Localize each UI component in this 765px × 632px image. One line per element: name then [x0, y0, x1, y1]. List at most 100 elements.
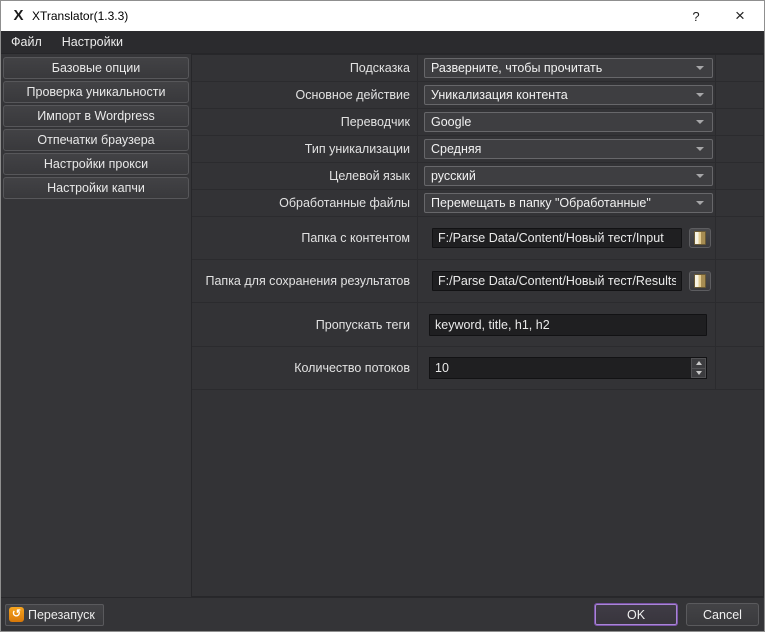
form-row-uniqueness-type: Тип уникализации Средняя — [192, 136, 763, 163]
content-folder-label: Папка с контентом — [301, 231, 410, 245]
uniqueness-type-selected-value: Средняя — [431, 142, 690, 156]
control-cell: Перемещать в папку "Обработанные" — [418, 190, 716, 216]
open-folder-icon — [694, 231, 706, 245]
main-panel: Подсказка Разверните, чтобы прочитать Осно… — [191, 54, 764, 597]
spin-down-button[interactable] — [691, 369, 706, 379]
menu-item-file[interactable]: Файл — [1, 32, 52, 52]
sidebar-item-browser-fingerprints[interactable]: Отпечатки браузера — [3, 129, 189, 151]
control-cell: Средняя — [418, 136, 716, 162]
form-row-content-folder: Папка с контентом — [192, 217, 763, 260]
label-cell: Обработанные файлы — [192, 190, 418, 216]
processed-files-selected-value: Перемещать в папку "Обработанные" — [431, 196, 690, 210]
label-cell: Целевой язык — [192, 163, 418, 189]
app-window: X XTranslator(1.3.3) ? × Файл Настройки … — [0, 0, 765, 632]
chevron-down-icon — [696, 174, 704, 178]
control-cell — [418, 347, 716, 389]
form-row-thread-count: Количество потоков — [192, 347, 763, 390]
spinner-buttons — [691, 358, 706, 378]
sidebar: Базовые опцииПроверка уникальностиИмпорт… — [1, 54, 191, 597]
right-spacer-cell — [716, 347, 763, 389]
control-cell: русский — [418, 163, 716, 189]
main-action-dropdown[interactable]: Уникализация контента — [424, 85, 713, 105]
thread-count-label: Количество потоков — [294, 361, 410, 375]
chevron-down-icon — [696, 201, 704, 205]
control-cell — [418, 260, 716, 302]
content-folder-input[interactable] — [432, 228, 682, 248]
app-logo-icon: X — [10, 8, 26, 24]
target-language-selected-value: русский — [431, 169, 690, 183]
control-cell: Уникализация контента — [418, 82, 716, 108]
results-folder-input[interactable] — [432, 271, 682, 291]
menu-item-settings[interactable]: Настройки — [52, 32, 133, 52]
target-language-dropdown[interactable]: русский — [424, 166, 713, 186]
label-cell: Тип уникализации — [192, 136, 418, 162]
translator-selected-value: Google — [431, 115, 690, 129]
hint-dropdown[interactable]: Разверните, чтобы прочитать — [424, 58, 713, 78]
bottom-bar: ↺ Перезапуск OK Cancel — [1, 597, 764, 631]
right-spacer-cell — [716, 303, 763, 346]
label-cell: Папка для сохранения результатов — [192, 260, 418, 302]
thread-count-spinner — [429, 357, 707, 379]
window-title: XTranslator(1.3.3) — [32, 9, 128, 23]
sidebar-item-basic-options[interactable]: Базовые опции — [3, 57, 189, 79]
label-cell: Пропускать теги — [192, 303, 418, 346]
right-spacer-cell — [716, 109, 763, 135]
right-spacer-cell — [716, 217, 763, 259]
control-cell: Разверните, чтобы прочитать — [418, 55, 716, 81]
title-bar: X XTranslator(1.3.3) ? × — [1, 1, 764, 31]
form-row-skip-tags: Пропускать теги — [192, 303, 763, 347]
skip-tags-input[interactable] — [429, 314, 707, 336]
cancel-button[interactable]: Cancel — [686, 603, 759, 626]
skip-tags-label: Пропускать теги — [316, 318, 410, 332]
results-folder-browse-button[interactable] — [689, 271, 711, 291]
sidebar-item-uniqueness-check[interactable]: Проверка уникальности — [3, 81, 189, 103]
chevron-up-icon — [696, 361, 702, 365]
form-row-processed-files: Обработанные файлы Перемещать в папку "Об… — [192, 190, 763, 217]
control-cell — [418, 217, 716, 259]
content-folder-browse-button[interactable] — [689, 228, 711, 248]
chevron-down-icon — [696, 147, 704, 151]
target-language-label: Целевой язык — [329, 169, 410, 183]
close-icon[interactable]: × — [718, 1, 762, 31]
uniqueness-type-dropdown[interactable]: Средняя — [424, 139, 713, 159]
restart-icon: ↺ — [9, 607, 24, 622]
form-row-hint: Подсказка Разверните, чтобы прочитать — [192, 55, 763, 82]
thread-count-input[interactable] — [430, 358, 691, 378]
open-folder-icon — [694, 274, 706, 288]
chevron-down-icon — [696, 66, 704, 70]
chevron-down-icon — [696, 120, 704, 124]
menu-bar: Файл Настройки — [1, 31, 764, 54]
restart-button-label: Перезапуск — [28, 608, 95, 622]
ok-button[interactable]: OK — [594, 603, 678, 626]
sidebar-item-proxy-settings[interactable]: Настройки прокси — [3, 153, 189, 175]
spin-up-button[interactable] — [691, 358, 706, 369]
chevron-down-icon — [696, 371, 702, 375]
right-spacer-cell — [716, 163, 763, 189]
translator-label: Переводчик — [341, 115, 410, 129]
label-cell: Количество потоков — [192, 347, 418, 389]
processed-files-dropdown[interactable]: Перемещать в папку "Обработанные" — [424, 193, 713, 213]
right-spacer-cell — [716, 55, 763, 81]
form-grid: Подсказка Разверните, чтобы прочитать Осно… — [192, 55, 763, 390]
sidebar-item-captcha-settings[interactable]: Настройки капчи — [3, 177, 189, 199]
chevron-down-icon — [696, 93, 704, 97]
label-cell: Подсказка — [192, 55, 418, 81]
translator-dropdown[interactable]: Google — [424, 112, 713, 132]
label-cell: Переводчик — [192, 109, 418, 135]
help-button[interactable]: ? — [674, 1, 718, 31]
label-cell: Основное действие — [192, 82, 418, 108]
processed-files-label: Обработанные файлы — [279, 196, 410, 210]
sidebar-item-wordpress-import[interactable]: Импорт в Wordpress — [3, 105, 189, 127]
uniqueness-type-label: Тип уникализации — [305, 142, 410, 156]
restart-button[interactable]: ↺ Перезапуск — [5, 604, 104, 626]
right-spacer-cell — [716, 190, 763, 216]
form-row-target-language: Целевой язык русский — [192, 163, 763, 190]
hint-selected-value: Разверните, чтобы прочитать — [431, 61, 690, 75]
main-action-selected-value: Уникализация контента — [431, 88, 690, 102]
right-spacer-cell — [716, 82, 763, 108]
empty-area — [192, 390, 763, 596]
results-folder-label: Папка для сохранения результатов — [205, 274, 410, 288]
content-area: Базовые опцииПроверка уникальностиИмпорт… — [1, 54, 764, 597]
control-cell: Google — [418, 109, 716, 135]
main-action-label: Основное действие — [295, 88, 410, 102]
